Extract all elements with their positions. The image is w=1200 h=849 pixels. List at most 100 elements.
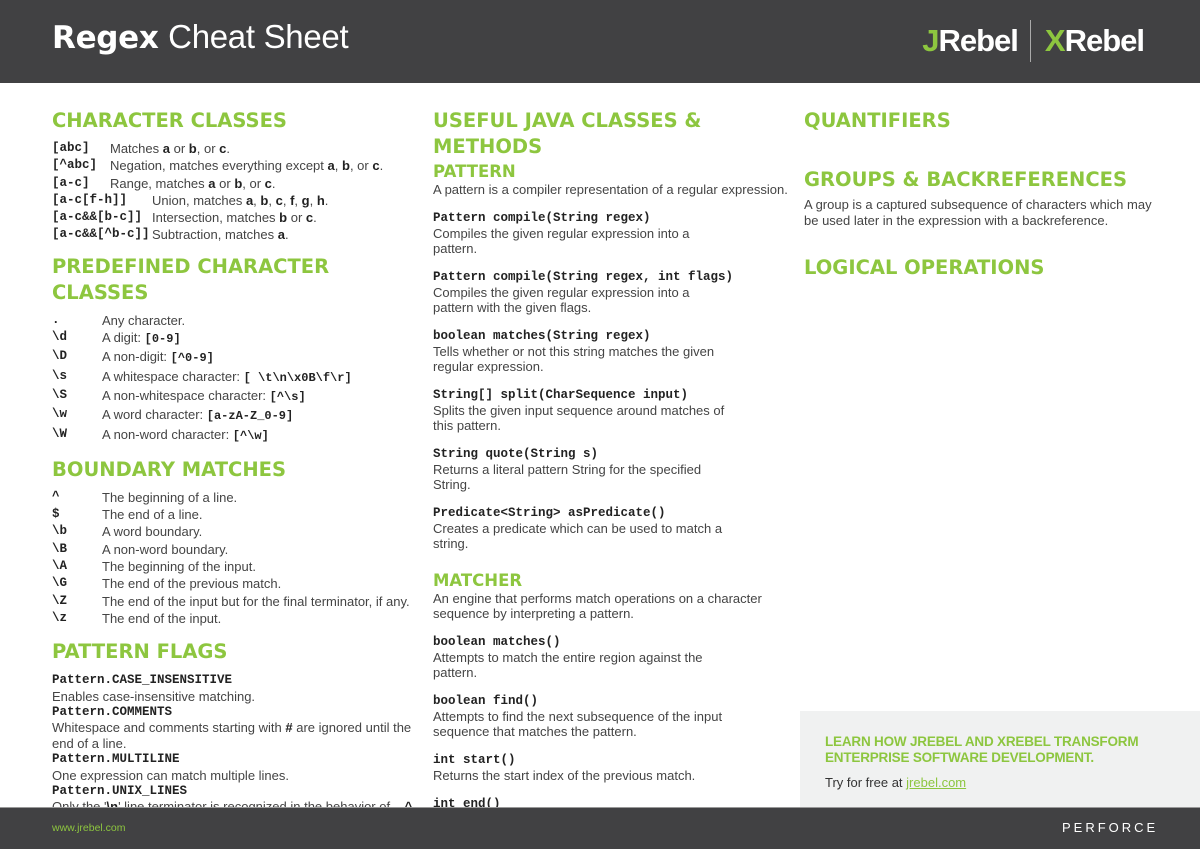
regex-desc: Range, matches a or b, or c. bbox=[110, 175, 276, 191]
regex-key: \b bbox=[52, 524, 68, 539]
list-item: [a-c] Range, matches a or b, or c. bbox=[52, 175, 422, 192]
list-item: \S A non-whitespace character: [^\s] bbox=[52, 387, 422, 406]
logo-divider bbox=[1029, 20, 1031, 62]
regex-key: ^ bbox=[52, 489, 60, 504]
pattern-methods-list: Pattern compile(String regex) Compiles th… bbox=[433, 211, 793, 551]
flag-desc: Whitespace and comments starting with # … bbox=[52, 720, 412, 752]
regex-desc: The end of the input but for the final t… bbox=[102, 593, 410, 609]
method-desc: Attempts to find the next subsequence of… bbox=[433, 709, 723, 739]
method-desc: Compiles the given regular expression in… bbox=[433, 226, 690, 256]
regex-code: [^\w] bbox=[232, 428, 269, 443]
perforce-logo: PERFORCE bbox=[1062, 820, 1159, 835]
regex-desc: Intersection, matches b or c. bbox=[152, 210, 317, 226]
method-desc: Splits the given input sequence around m… bbox=[433, 403, 725, 433]
section-title-character-classes: CHARACTER CLASSES bbox=[52, 109, 287, 132]
footer-url-link[interactable]: www.jrebel.com bbox=[52, 822, 126, 834]
regex-key: \z bbox=[52, 610, 68, 625]
regex-key: \A bbox=[52, 559, 68, 574]
groups-intro: A group is a captured subsequence of cha… bbox=[804, 197, 1152, 228]
regex-key: [a-c[f-h]] bbox=[52, 192, 128, 207]
regex-desc: Matches a or b, or c. bbox=[110, 141, 230, 156]
method-item: Pattern compile(String regex) Compiles th… bbox=[433, 211, 793, 256]
section-title-logical: LOGICAL OPERATIONS bbox=[804, 256, 1045, 279]
regex-key: \s bbox=[52, 368, 68, 383]
list-item: [a-c&&[^b-c]] Subtraction, matches a. bbox=[52, 226, 422, 243]
header-bar: Regex Cheat Sheet JRebel XRebel bbox=[0, 0, 1200, 83]
regex-desc: A non-word boundary. bbox=[102, 541, 229, 557]
flag-desc: One expression can match multiple lines. bbox=[52, 767, 290, 783]
regex-code: [a-zA-Z_0-9] bbox=[206, 409, 294, 424]
regex-desc: Any character. bbox=[102, 312, 186, 328]
method-item: Predicate<String> asPredicate() Creates a… bbox=[433, 506, 793, 551]
method-signature: String quote(String s) bbox=[433, 447, 599, 461]
matcher-methods-list: boolean matches() Attempts to match the e… bbox=[433, 635, 793, 827]
regex-key: \D bbox=[52, 349, 68, 364]
method-desc: Returns a literal pattern String for the… bbox=[433, 462, 702, 492]
regex-desc: The end of the input. bbox=[102, 610, 222, 626]
section-title-predefined: PREDEFINED CHARACTER CLASSES bbox=[52, 254, 330, 304]
matcher-intro: An engine that performs match operations… bbox=[433, 591, 762, 621]
page-title: Regex Cheat Sheet bbox=[52, 18, 349, 56]
boundary-list: ^ The beginning of a line. $ The end of a l… bbox=[52, 489, 422, 627]
regex-key: \G bbox=[52, 576, 68, 591]
section-title-flags: PATTERN FLAGS bbox=[52, 640, 228, 664]
method-desc: Creates a predicate which can be used to… bbox=[433, 521, 723, 551]
method-item: boolean matches(String regex) Tells wheth… bbox=[433, 329, 793, 374]
method-item: int start() Returns the start index of th… bbox=[433, 753, 793, 783]
title-light: Cheat Sheet bbox=[168, 18, 349, 55]
regex-key: \Z bbox=[52, 593, 68, 608]
regex-desc: A non-word character: [^\w] bbox=[102, 426, 269, 443]
regex-code: [0-9] bbox=[144, 332, 181, 347]
method-desc: Attempts to match the entire region agai… bbox=[433, 650, 703, 680]
method-desc: Returns the start index of the previous … bbox=[433, 768, 696, 783]
regex-key: [a-c] bbox=[52, 175, 90, 190]
title-strong: Regex bbox=[52, 20, 159, 56]
list-item: \z The end of the input. bbox=[52, 610, 422, 627]
flag-code: Pattern.MULTILINE bbox=[52, 752, 180, 767]
list-item: . Any character. bbox=[52, 312, 422, 329]
regex-key: \S bbox=[52, 387, 68, 402]
regex-desc: Union, matches a, b, c, f, g, h. bbox=[152, 192, 329, 208]
regex-key: [a-c&&[b-c]] bbox=[52, 210, 143, 225]
section-title-quantifiers: QUANTIFIERS bbox=[804, 109, 951, 132]
section-title-groups: GROUPS & BACKREFERENCES bbox=[804, 168, 1128, 191]
regex-code: [^0-9] bbox=[170, 351, 214, 366]
regex-desc: Negation, matches everything except a, b… bbox=[110, 158, 384, 174]
promo-box: LEARN HOW JREBEL AND XREBEL TRANSFORM EN… bbox=[800, 711, 1200, 807]
pattern-intro: A pattern is a compiler representation o… bbox=[433, 182, 788, 197]
regex-desc: The end of a line. bbox=[102, 507, 203, 523]
method-desc: Tells whether or not this string matches… bbox=[433, 344, 715, 374]
method-item: Pattern compile(String regex, int flags)… bbox=[433, 270, 793, 315]
method-signature: boolean matches(String regex) bbox=[433, 329, 651, 343]
list-item: \b A word boundary. bbox=[52, 523, 422, 540]
section-title-java: USEFUL JAVA CLASSES & METHODS bbox=[433, 109, 702, 158]
jrebel-link[interactable]: jrebel.com bbox=[906, 775, 966, 790]
jrebel-logo: JRebel bbox=[922, 23, 1019, 58]
list-item: [^abc] Negation, matches everything excep… bbox=[52, 157, 422, 174]
flag-item: Pattern.MULTILINE One expression can matc… bbox=[52, 752, 422, 784]
regex-key: $ bbox=[52, 507, 60, 522]
method-item: boolean matches() Attempts to match the e… bbox=[433, 635, 793, 680]
flag-code: Pattern.COMMENTS bbox=[52, 704, 173, 719]
method-signature: Predicate<String> asPredicate() bbox=[433, 506, 666, 520]
regex-desc: A word boundary. bbox=[102, 524, 203, 540]
list-item: [abc] Matches a or b, or c. bbox=[52, 140, 422, 157]
column-left: CHARACTER CLASSES [abc] Matches a or b, o… bbox=[52, 108, 422, 831]
flag-code: Pattern.UNIX_LINES bbox=[52, 783, 188, 798]
list-item: ^ The beginning of a line. bbox=[52, 489, 422, 506]
method-signature: Pattern compile(String regex, int flags) bbox=[433, 270, 734, 284]
logos: JRebel XRebel bbox=[922, 20, 1145, 62]
column-middle: USEFUL JAVA CLASSES & METHODS PATTERN A … bbox=[433, 108, 793, 827]
list-item: \B A non-word boundary. bbox=[52, 541, 422, 558]
method-item: String quote(String s) Returns a literal … bbox=[433, 447, 793, 492]
method-item: String[] split(CharSequence input) Splits… bbox=[433, 388, 793, 433]
method-signature: Pattern compile(String regex) bbox=[433, 211, 651, 225]
list-item: [a-c[f-h]] Union, matches a, b, c, f, g, … bbox=[52, 192, 422, 209]
list-item: \W A non-word character: [^\w] bbox=[52, 426, 422, 445]
regex-desc: The beginning of a line. bbox=[102, 489, 238, 505]
method-signature: int start() bbox=[433, 753, 516, 767]
regex-code: [^\s] bbox=[269, 389, 306, 404]
flag-desc: Enables case-insensitive matching. bbox=[52, 688, 256, 704]
list-item: \Z The end of the input but for the final… bbox=[52, 593, 422, 610]
regex-key: \W bbox=[52, 426, 68, 441]
